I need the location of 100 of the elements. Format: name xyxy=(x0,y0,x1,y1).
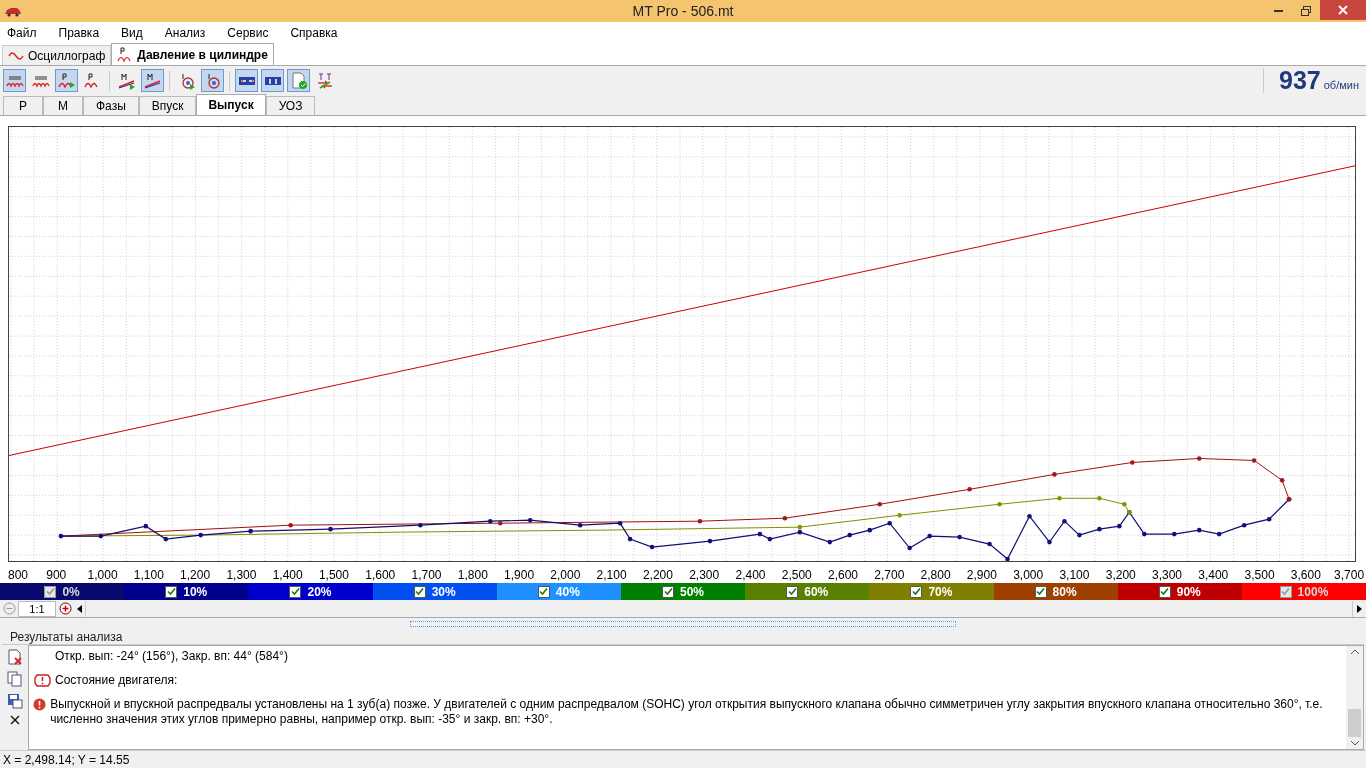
toolbar-button[interactable] xyxy=(55,69,78,92)
check-icon xyxy=(45,587,55,596)
data-point xyxy=(248,528,253,534)
data-point xyxy=(957,534,962,540)
result-text: Состояние двигателя: xyxy=(55,673,178,688)
data-point xyxy=(987,541,992,547)
axis-label: 1,800 xyxy=(457,567,488,584)
close-icon xyxy=(1338,5,1348,15)
toolbar-button[interactable] xyxy=(3,69,26,92)
plus-icon xyxy=(58,602,72,615)
checkbox[interactable] xyxy=(910,585,923,598)
menu-item[interactable]: Правка xyxy=(58,24,100,42)
menu-item[interactable]: Справка xyxy=(290,24,338,42)
left-arrow-icon xyxy=(77,604,82,613)
axis-label: 1,400 xyxy=(272,567,303,584)
toolbar-button[interactable] xyxy=(287,69,310,92)
data-point xyxy=(649,544,655,550)
check-icon xyxy=(787,587,797,596)
tab[interactable]: УОЗ xyxy=(265,96,316,115)
legend-label: 10% xyxy=(183,583,208,601)
car-icon xyxy=(4,5,22,17)
legend-label: 80% xyxy=(1052,583,1077,601)
check-icon xyxy=(166,587,176,596)
data-point xyxy=(143,523,149,529)
axis-label: 2,200 xyxy=(642,567,673,584)
axis-label: 1,200 xyxy=(180,567,211,584)
close-button[interactable] xyxy=(1320,0,1366,20)
checkbox[interactable] xyxy=(662,585,674,598)
data-point xyxy=(897,512,902,518)
data-point xyxy=(488,518,493,524)
axis-label: 1,500 xyxy=(318,567,349,584)
data-point xyxy=(1216,531,1222,537)
menu-item[interactable]: Вид xyxy=(121,24,143,42)
axis-label: 800 xyxy=(8,567,28,584)
menu-item[interactable]: Файл xyxy=(7,24,37,42)
splitter-handle[interactable] xyxy=(410,621,956,627)
tab[interactable]: Впуск xyxy=(138,96,197,115)
legend-label: 50% xyxy=(680,583,705,601)
data-point xyxy=(997,501,1002,507)
toolbar-button[interactable] xyxy=(235,69,258,92)
axis-label: 1,100 xyxy=(133,567,164,584)
data-point xyxy=(1251,458,1257,463)
data-point xyxy=(58,533,64,539)
axis-label: 1,900 xyxy=(504,567,535,584)
data-point xyxy=(98,533,104,539)
data-point xyxy=(1077,532,1082,538)
legend-label: 40% xyxy=(555,583,580,601)
engine-warning-icon xyxy=(33,674,51,687)
tab[interactable]: Фазы xyxy=(83,96,139,115)
check-icon xyxy=(1036,587,1046,596)
close-icon[interactable] xyxy=(10,715,20,725)
checkbox[interactable] xyxy=(413,585,426,598)
toolbar-button[interactable] xyxy=(141,69,164,92)
scrollbar-thumb[interactable] xyxy=(1348,709,1361,737)
data-point xyxy=(1122,501,1127,507)
menu-item[interactable]: Анализ xyxy=(164,24,206,42)
data-point xyxy=(1279,478,1285,483)
toolbar-button[interactable] xyxy=(201,69,224,92)
checkbox[interactable] xyxy=(165,585,178,598)
data-point xyxy=(198,532,203,538)
zoom-out-button[interactable] xyxy=(0,599,18,618)
data-point xyxy=(1052,472,1057,477)
clear-document-icon[interactable] xyxy=(7,649,23,665)
data-point xyxy=(1005,556,1010,561)
pressure-wave-icon xyxy=(57,71,76,90)
cross-arrows-icon xyxy=(315,71,334,90)
tab[interactable]: Выпуск xyxy=(196,94,266,115)
slope-icon xyxy=(117,71,136,90)
axis-label: 3,200 xyxy=(1105,567,1136,584)
axis-label: 1,300 xyxy=(226,567,257,584)
legend-label: 20% xyxy=(307,583,332,601)
menu-item[interactable]: Сервис xyxy=(227,24,269,42)
checkbox[interactable] xyxy=(537,585,550,598)
data-point xyxy=(288,522,293,528)
save-icon[interactable] xyxy=(7,693,23,709)
scrollbar[interactable] xyxy=(1346,646,1363,749)
checkbox[interactable] xyxy=(1034,585,1047,598)
copy-icon[interactable] xyxy=(7,671,23,687)
checkbox[interactable] xyxy=(1158,585,1171,598)
axis-label: 3,100 xyxy=(1059,567,1090,584)
check-icon xyxy=(1160,587,1170,596)
zoom-in-button[interactable] xyxy=(56,599,74,618)
checkbox[interactable] xyxy=(786,585,799,598)
axis-label: 3,700 xyxy=(1334,567,1365,584)
data-point xyxy=(887,520,892,526)
data-point xyxy=(577,522,583,528)
data-point xyxy=(867,527,872,533)
result-text: Выпускной и впускной распредвалы установлены на 1 зуб(а) позже. У двигателей с одним распредвалом (SOHC) угол открытия выпускного клапана обычно симметричен углу закрытия впускного клапана относительно 360°, т.е. численно значения этих углов примерно равны, например откр. вып: -35° и закр. вп: +30°. xyxy=(50,697,1324,727)
data-point xyxy=(1047,539,1052,545)
tab[interactable]: М xyxy=(43,96,83,115)
rpm-unit: об/мин xyxy=(1323,77,1359,93)
data-point xyxy=(877,501,882,507)
data-point xyxy=(927,533,932,539)
axis-label: 2,800 xyxy=(920,567,951,584)
tab[interactable]: Давление в цилиндре xyxy=(111,43,274,65)
toolbar-button[interactable] xyxy=(261,69,284,92)
tab[interactable]: Р xyxy=(3,96,43,115)
tab[interactable]: Осциллограф xyxy=(2,45,112,65)
checkbox[interactable] xyxy=(289,585,302,598)
axis-label: 1,000 xyxy=(87,567,118,584)
